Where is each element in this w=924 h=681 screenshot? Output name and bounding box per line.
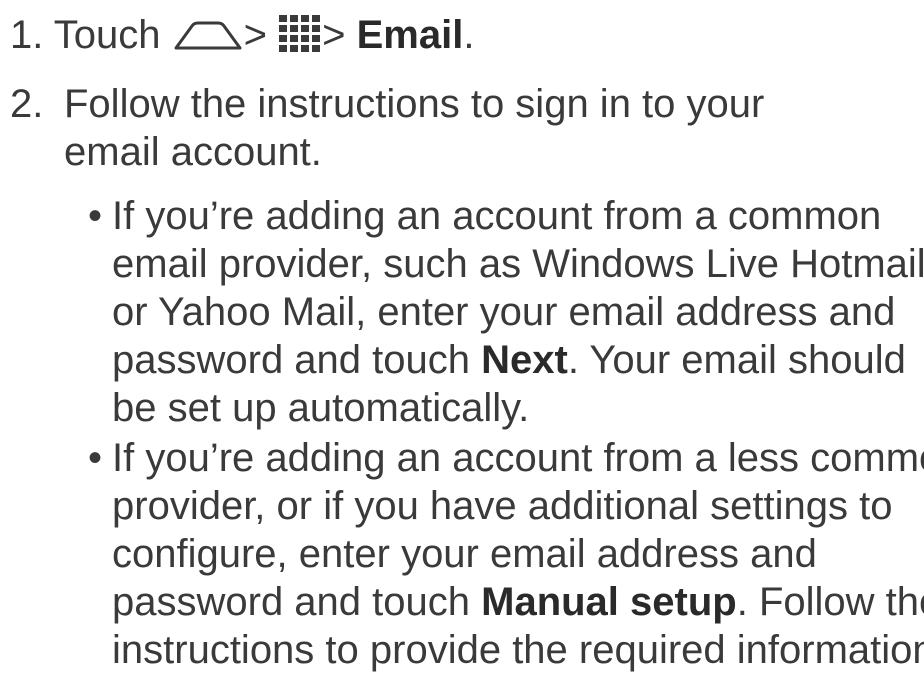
bullet-2-line-4-after: . Follow the <box>736 580 924 624</box>
bullet-1-line-4-after: . Your email should <box>567 338 906 382</box>
apps-grid-icon <box>278 14 322 61</box>
step-2-number: 2. <box>10 82 44 126</box>
bullet-1-dot: • <box>88 194 103 238</box>
step-1-number: 1. <box>10 13 44 58</box>
bullet-1-line-4-before: password and touch <box>112 338 482 382</box>
bullet-1-line-1: If you’re adding an account from a commo… <box>112 194 882 238</box>
step-1: 1. Touch > > Email. <box>10 14 474 61</box>
step-1-period: . <box>463 13 475 58</box>
bullet-1-line-4: password and touch Next. Your email shou… <box>112 340 906 380</box>
bullet-1-line-3: or Yahoo Mail, enter your email address … <box>112 290 896 334</box>
instruction-document: 1. Touch > > Email. 2. Follow the instru… <box>0 0 924 681</box>
bullet-2-line-3: configure, enter your email address and <box>112 532 817 576</box>
next-button-label: Next <box>481 338 568 382</box>
step-2-line-2: email account. <box>64 130 322 174</box>
step-2-line-1: Follow the instructions to sign in to yo… <box>64 82 765 126</box>
bullet-1-line-5: be set up automatically. <box>112 386 530 430</box>
manual-setup-label: Manual setup <box>481 580 737 624</box>
home-icon <box>172 14 244 61</box>
step-1-touch-label: Touch <box>53 13 161 58</box>
bullet-2-line-4-before: password and touch <box>112 580 482 624</box>
separator-1: > <box>243 13 267 58</box>
separator-2: > <box>322 13 346 58</box>
bullet-2-line-2: provider, or if you have additional sett… <box>112 484 893 528</box>
bullet-1-line-2: email provider, such as Windows Live Hot… <box>112 242 924 286</box>
bullet-2-dot: • <box>88 436 103 480</box>
bullet-2-line-1: If you’re adding an account from a less … <box>112 436 924 480</box>
email-app-label: Email <box>356 13 464 58</box>
bullet-2-line-5: instructions to provide the required inf… <box>112 628 924 672</box>
bullet-2-line-4: password and touch Manual setup. Follow … <box>112 582 924 622</box>
